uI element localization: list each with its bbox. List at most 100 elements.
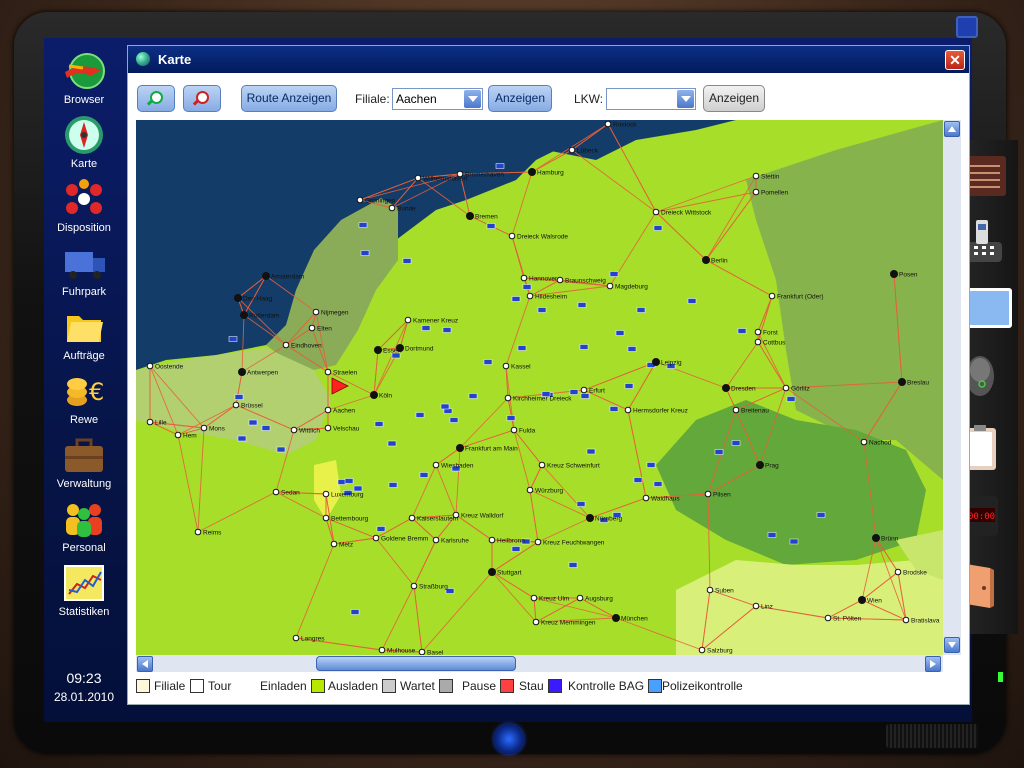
- sidebar-item-verwaltung[interactable]: Verwaltung: [50, 434, 118, 496]
- motorway-shield: [261, 425, 271, 431]
- map-city: Berlin: [702, 256, 728, 265]
- sidebar-item-statistiken[interactable]: Statistiken: [50, 562, 118, 624]
- city-dot: [324, 406, 332, 414]
- sidebar-item-karte[interactable]: Karte: [50, 114, 118, 176]
- filiale-select[interactable]: Aachen: [392, 88, 483, 110]
- city-label: Amsterdam: [271, 274, 304, 281]
- window-title: Karte: [158, 52, 192, 67]
- city-dot: [894, 568, 902, 576]
- city-dot: [330, 540, 338, 548]
- zoom-out-button[interactable]: [183, 85, 221, 112]
- city-label: Elten: [317, 326, 332, 333]
- sidebar-item-fuhrpark[interactable]: Fuhrpark: [50, 242, 118, 304]
- chart-icon: [61, 562, 107, 604]
- chevron-down-icon[interactable]: [464, 90, 481, 108]
- motorway-shield: [687, 298, 697, 304]
- zoom-in-button[interactable]: [137, 85, 175, 112]
- motorway-shield: [344, 478, 354, 484]
- city-label: Frankfurt (Oder): [777, 294, 824, 301]
- map-city: Wien: [858, 596, 882, 605]
- briefcase-icon: [61, 434, 107, 476]
- horizontal-scrollbar[interactable]: [136, 655, 943, 672]
- lkw-show-button[interactable]: Anzeigen: [703, 85, 765, 112]
- window-titlebar[interactable]: Karte ✕: [128, 46, 969, 73]
- city-label: Erfurt: [589, 388, 605, 395]
- globe-icon: [136, 52, 150, 66]
- svg-text:€: €: [89, 378, 104, 406]
- sidebar-item-browser[interactable]: Browser: [50, 50, 118, 112]
- road-map[interactable]: Rostock Lübeck Hamburg Wilhelmshaven Bremerh…: [136, 120, 943, 655]
- city-dot: [308, 324, 316, 332]
- filiale-select-value: Aachen: [396, 92, 437, 106]
- city-dot: [410, 582, 418, 590]
- motorway-shield: [646, 462, 656, 468]
- legend-swatch: [382, 679, 397, 693]
- map-city: Frankfurt am Main: [456, 444, 518, 453]
- disposition-icon: [61, 178, 107, 220]
- city-dot: [606, 282, 614, 290]
- horizontal-scroll-thumb[interactable]: [316, 656, 516, 671]
- city-label: Bremerhaven: [465, 172, 504, 179]
- map-city: Dreieck Walsrode: [508, 232, 568, 241]
- city-label: Metz: [339, 542, 353, 549]
- sidebar-item-rewe[interactable]: € Rewe: [50, 370, 118, 432]
- close-button[interactable]: ✕: [945, 50, 965, 70]
- sidebar-item-personal[interactable]: Personal: [50, 498, 118, 560]
- city-label: Wittlich: [299, 428, 320, 435]
- city-dot: [324, 424, 332, 432]
- motorway-shield: [580, 393, 590, 399]
- map-city: Goldene Bremm: [372, 534, 428, 543]
- city-label: Salzburg: [707, 648, 733, 655]
- motorway-shield: [228, 336, 238, 342]
- city-dot: [604, 120, 612, 128]
- motorway-shield: [495, 163, 505, 169]
- power-button[interactable]: [494, 724, 524, 754]
- scroll-up-button[interactable]: [944, 121, 960, 137]
- sidebar-item-label: Personal: [62, 542, 106, 554]
- legend-item: Kontrolle BAG: [568, 679, 663, 693]
- city-label: München: [621, 616, 648, 623]
- city-dot: [890, 270, 898, 278]
- city-dot: [200, 424, 208, 432]
- legend-swatch: [190, 679, 204, 693]
- vertical-scrollbar[interactable]: [943, 120, 961, 655]
- scroll-right-button[interactable]: [925, 656, 941, 672]
- city-dot: [510, 426, 518, 434]
- city-dot: [528, 168, 536, 176]
- city-label: Straßburg: [419, 584, 448, 591]
- filiale-show-button[interactable]: Anzeigen: [488, 85, 552, 112]
- sidebar-item-disposition[interactable]: Disposition: [50, 178, 118, 240]
- map-city: Stuttgart: [488, 568, 522, 577]
- city-dot: [396, 344, 404, 352]
- motorway-shield: [276, 446, 286, 453]
- city-label: Augsburg: [585, 596, 613, 603]
- city-label: Cottbus: [763, 340, 786, 347]
- city-label: Pomellen: [761, 190, 788, 197]
- map-city: Posen: [890, 270, 918, 279]
- lkw-select[interactable]: [606, 88, 696, 110]
- scroll-left-button[interactable]: [137, 656, 153, 672]
- motorway-shield: [624, 383, 634, 389]
- city-dot: [262, 272, 270, 280]
- city-dot: [530, 594, 538, 602]
- city-label: Bunde: [397, 206, 416, 213]
- city-dot: [374, 346, 382, 354]
- city-label: Den Haag: [243, 296, 273, 303]
- sidebar-item-auftraege[interactable]: Aufträge: [50, 306, 118, 368]
- people-icon: [61, 498, 107, 540]
- monitor-menu-button[interactable]: [956, 16, 978, 38]
- route-show-button[interactable]: Route Anzeigen: [241, 85, 337, 112]
- legend-item: Polizeikontrolle: [662, 679, 743, 693]
- city-label: Köln: [379, 393, 392, 400]
- motorway-shield: [537, 307, 547, 313]
- motorway-shield: [714, 449, 724, 455]
- scroll-down-button[interactable]: [944, 637, 960, 653]
- city-label: Velschau: [333, 426, 360, 433]
- motorway-shield: [234, 394, 244, 400]
- city-label: Langres: [301, 636, 325, 643]
- city-label: Dortmund: [405, 346, 434, 353]
- map-city: Bremen: [466, 212, 498, 221]
- chevron-down-icon[interactable]: [677, 90, 694, 108]
- city-dot: [754, 338, 762, 346]
- city-dot: [234, 294, 242, 302]
